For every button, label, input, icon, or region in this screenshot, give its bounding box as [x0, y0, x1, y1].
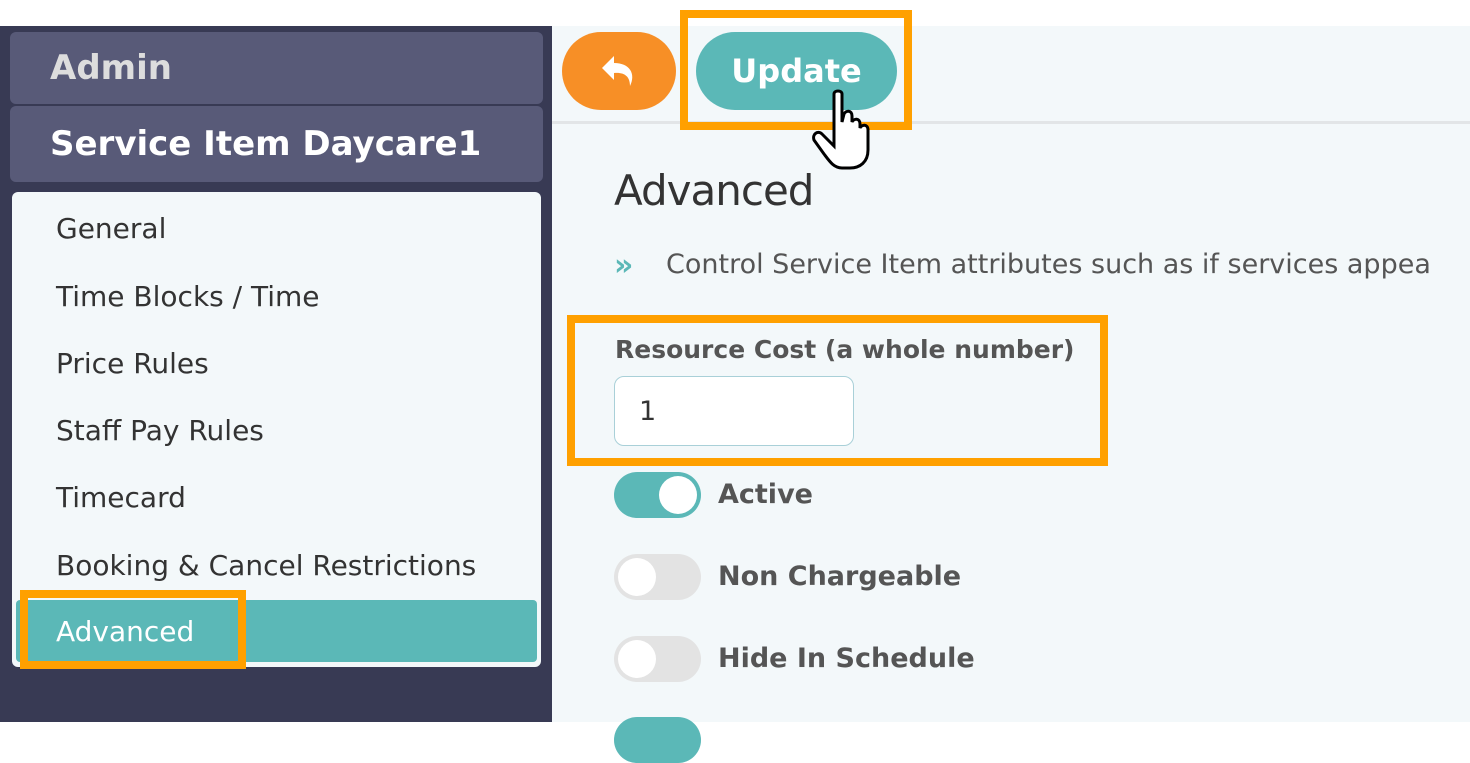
active-toggle[interactable] [614, 472, 701, 518]
sidebar-item-general[interactable]: General [16, 197, 537, 259]
sidebar-item-label: Price Rules [56, 346, 209, 380]
sidebar-item-time-blocks[interactable]: Time Blocks / Time [16, 265, 537, 327]
admin-header[interactable]: Admin [10, 32, 543, 104]
admin-label: Admin [50, 48, 172, 88]
sidebar-item-staff-pay-rules[interactable]: Staff Pay Rules [16, 399, 537, 461]
back-button[interactable] [562, 32, 676, 110]
hide-in-schedule-label: Hide In Schedule [718, 643, 975, 674]
sidebar-item-label: Booking & Cancel Restrictions [56, 548, 477, 582]
double-chevron-icon: » [614, 248, 634, 283]
active-label: Active [718, 479, 813, 510]
hide-in-schedule-toggle[interactable] [614, 636, 701, 682]
sidebar-item-booking-cancel[interactable]: Booking & Cancel Restrictions [16, 534, 537, 596]
sidebar-item-timecard[interactable]: Timecard [16, 466, 537, 528]
sidebar-item-label: General [56, 211, 167, 245]
sidebar-item-price-rules[interactable]: Price Rules [16, 332, 537, 394]
sidebar-item-label: Timecard [56, 480, 186, 514]
toggle-knob [659, 476, 697, 514]
non-chargeable-label: Non Chargeable [718, 561, 962, 592]
highlight-advanced [20, 590, 246, 669]
description: Control Service Item attributes such as … [666, 249, 1431, 280]
service-item-title: Service Item Daycare1 [10, 106, 543, 182]
non-chargeable-toggle[interactable] [614, 554, 701, 600]
page-heading: Advanced [614, 166, 814, 215]
toggle-knob [618, 640, 656, 678]
next-toggle[interactable] [614, 717, 701, 763]
service-item-title-text: Service Item Daycare1 [50, 124, 482, 164]
reply-arrow-icon [602, 56, 633, 86]
toggle-knob [618, 558, 656, 596]
highlight-resource-cost [567, 315, 1108, 466]
hand-cursor-icon [812, 89, 870, 170]
sidebar-item-label: Staff Pay Rules [56, 413, 264, 447]
sidebar-item-label: Time Blocks / Time [56, 279, 320, 313]
highlight-update [680, 10, 912, 130]
